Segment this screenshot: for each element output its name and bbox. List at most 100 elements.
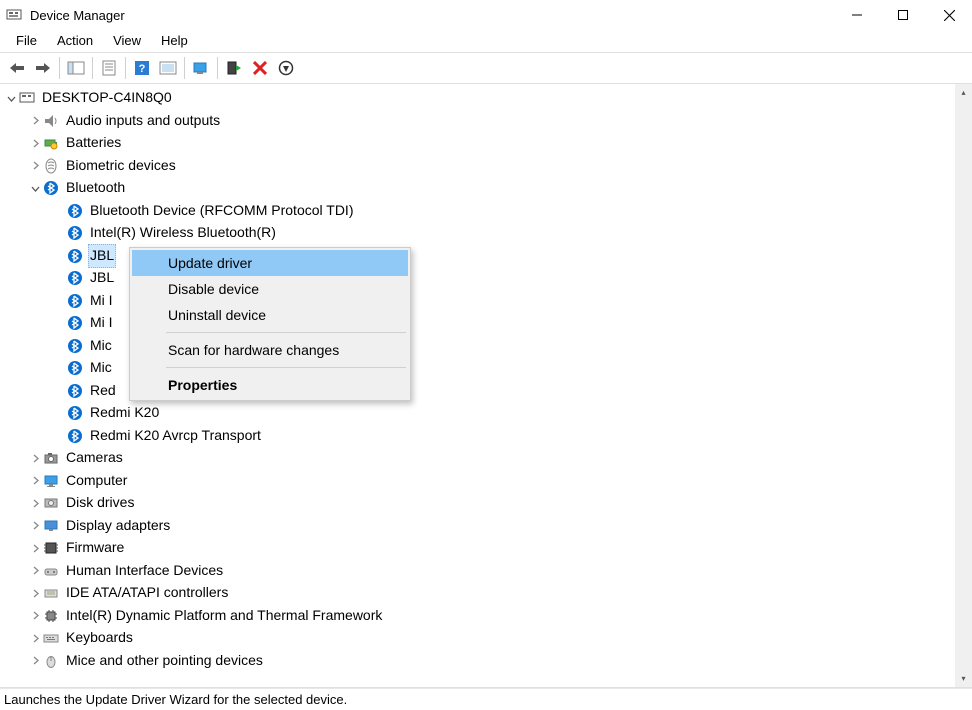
item-label[interactable]: Bluetooth Device (RFCOMM Protocol TDI) <box>88 200 355 222</box>
expand-toggle[interactable] <box>28 136 42 150</box>
expand-toggle[interactable] <box>28 451 42 465</box>
expand-toggle[interactable] <box>28 159 42 173</box>
scroll-track[interactable] <box>955 101 972 670</box>
disable-device-button[interactable] <box>273 55 299 81</box>
item-label[interactable]: Intel(R) Wireless Bluetooth(R) <box>88 222 278 244</box>
expand-toggle[interactable] <box>28 654 42 668</box>
item-label[interactable]: Batteries <box>64 132 123 154</box>
category-item[interactable]: Audio inputs and outputs <box>0 110 955 133</box>
expand-toggle[interactable] <box>28 586 42 600</box>
context-menu[interactable]: Update driverDisable deviceUninstall dev… <box>129 247 411 401</box>
category-item[interactable]: Display adapters <box>0 515 955 538</box>
category-item[interactable]: Cameras <box>0 447 955 470</box>
show-hide-console-button[interactable] <box>63 55 89 81</box>
item-label[interactable]: Mic <box>88 335 114 357</box>
bluetooth-icon <box>66 269 84 287</box>
uninstall-device-button[interactable] <box>247 55 273 81</box>
category-item[interactable]: DESKTOP-C4IN8Q0 <box>0 87 955 110</box>
item-label[interactable]: Biometric devices <box>64 155 178 177</box>
item-label[interactable]: Mice and other pointing devices <box>64 650 265 672</box>
scan-hardware-button[interactable] <box>155 55 181 81</box>
item-label[interactable]: DESKTOP-C4IN8Q0 <box>40 87 174 109</box>
menu-file[interactable]: File <box>6 32 47 52</box>
category-item[interactable]: Computer <box>0 470 955 493</box>
item-label[interactable]: Display adapters <box>64 515 172 537</box>
category-item[interactable]: Bluetooth <box>0 177 955 200</box>
expand-toggle[interactable] <box>28 181 42 195</box>
context-menu-item[interactable]: Properties <box>132 372 408 398</box>
vertical-scrollbar[interactable]: ▴ ▾ <box>955 84 972 687</box>
category-item[interactable]: Disk drives <box>0 492 955 515</box>
menu-view[interactable]: View <box>103 32 151 52</box>
mouse-icon <box>42 652 60 670</box>
category-item[interactable]: Mice and other pointing devices <box>0 650 955 673</box>
minimize-button[interactable] <box>834 0 880 30</box>
device-item[interactable]: Bluetooth Device (RFCOMM Protocol TDI) <box>0 200 955 223</box>
item-label[interactable]: Redmi K20 Avrcp Transport <box>88 425 263 447</box>
maximize-button[interactable] <box>880 0 926 30</box>
scroll-down-button[interactable]: ▾ <box>955 670 972 687</box>
forward-button[interactable] <box>30 55 56 81</box>
category-item[interactable]: Human Interface Devices <box>0 560 955 583</box>
context-menu-separator <box>166 332 406 333</box>
update-driver-button[interactable] <box>188 55 214 81</box>
category-item[interactable]: Intel(R) Dynamic Platform and Thermal Fr… <box>0 605 955 628</box>
item-label[interactable]: Keyboards <box>64 627 135 649</box>
item-label[interactable]: Bluetooth <box>64 177 127 199</box>
help-button[interactable]: ? <box>129 55 155 81</box>
item-label[interactable]: Mi I <box>88 312 115 334</box>
item-label[interactable]: Cameras <box>64 447 125 469</box>
category-item[interactable]: Firmware <box>0 537 955 560</box>
properties-button[interactable] <box>96 55 122 81</box>
expand-toggle[interactable] <box>28 564 42 578</box>
menu-action[interactable]: Action <box>47 32 103 52</box>
item-label[interactable]: Computer <box>64 470 129 492</box>
enable-device-button[interactable] <box>221 55 247 81</box>
category-item[interactable]: Batteries <box>0 132 955 155</box>
category-item[interactable]: IDE ATA/ATAPI controllers <box>0 582 955 605</box>
item-label[interactable]: Redmi K20 <box>88 402 161 424</box>
display-icon <box>42 517 60 535</box>
context-menu-item[interactable]: Scan for hardware changes <box>132 337 408 363</box>
item-label[interactable]: Audio inputs and outputs <box>64 110 222 132</box>
item-label[interactable]: Intel(R) Dynamic Platform and Thermal Fr… <box>64 605 384 627</box>
back-button[interactable] <box>4 55 30 81</box>
close-button[interactable] <box>926 0 972 30</box>
item-label[interactable]: Red <box>88 380 118 402</box>
context-menu-item[interactable]: Disable device <box>132 276 408 302</box>
device-item[interactable]: Intel(R) Wireless Bluetooth(R) <box>0 222 955 245</box>
expand-toggle <box>52 271 66 285</box>
expand-toggle[interactable] <box>4 91 18 105</box>
category-item[interactable]: Biometric devices <box>0 155 955 178</box>
expand-toggle[interactable] <box>28 496 42 510</box>
item-label[interactable]: JBL <box>88 244 116 268</box>
item-label[interactable]: JBL <box>88 267 116 289</box>
expand-toggle[interactable] <box>28 474 42 488</box>
item-label[interactable]: Mic <box>88 357 114 379</box>
context-menu-item[interactable]: Update driver <box>132 250 408 276</box>
expand-toggle[interactable] <box>28 519 42 533</box>
camera-icon <box>42 449 60 467</box>
expand-toggle[interactable] <box>28 609 42 623</box>
keyboard-icon <box>42 629 60 647</box>
item-label[interactable]: Disk drives <box>64 492 136 514</box>
item-label[interactable]: IDE ATA/ATAPI controllers <box>64 582 230 604</box>
item-label[interactable]: Mi I <box>88 290 115 312</box>
menu-help[interactable]: Help <box>151 32 198 52</box>
expand-toggle[interactable] <box>28 631 42 645</box>
item-label[interactable]: Human Interface Devices <box>64 560 225 582</box>
device-item[interactable]: Redmi K20 Avrcp Transport <box>0 425 955 448</box>
window-title: Device Manager <box>30 8 834 23</box>
title-bar: Device Manager <box>0 0 972 30</box>
item-label[interactable]: Firmware <box>64 537 126 559</box>
scroll-up-button[interactable]: ▴ <box>955 84 972 101</box>
category-item[interactable]: Keyboards <box>0 627 955 650</box>
expand-toggle <box>52 204 66 218</box>
expand-toggle[interactable] <box>28 114 42 128</box>
toolbar-separator <box>217 57 218 79</box>
context-menu-item[interactable]: Uninstall device <box>132 302 408 328</box>
speaker-icon <box>42 112 60 130</box>
disk-icon <box>42 494 60 512</box>
expand-toggle[interactable] <box>28 541 42 555</box>
device-item[interactable]: Redmi K20 <box>0 402 955 425</box>
